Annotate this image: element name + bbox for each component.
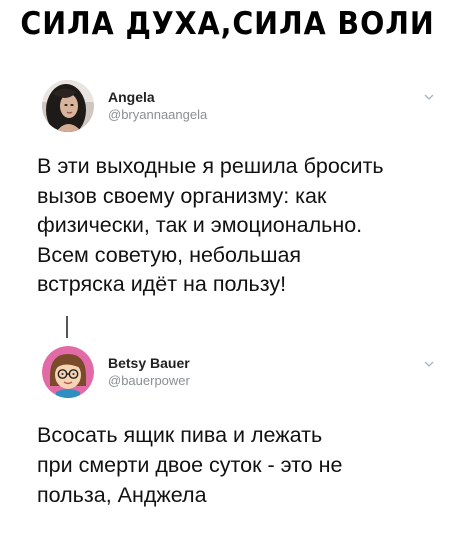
meme-title: СИЛА ДУХА,СИЛА ВОЛИ xyxy=(20,6,435,42)
avatar[interactable] xyxy=(42,80,94,132)
tweet-text: В эти выходные я решила бросить вызов св… xyxy=(37,152,449,300)
thread-connector-line xyxy=(66,316,68,338)
tweet-text-line: вызов своему организму: как xyxy=(37,183,327,208)
display-name[interactable]: Betsy Bauer xyxy=(108,354,190,372)
tweet-header-betsy: Betsy Bauer @bauerpower xyxy=(42,346,190,398)
avatar[interactable] xyxy=(42,346,94,398)
tweet-text-line: В эти выходные я решила бросить xyxy=(37,154,384,178)
tweet-header-angela: Angela @bryannaangela xyxy=(42,80,207,132)
tweet-text-line: Всосать ящик пива и лежать xyxy=(37,423,323,447)
tweet-text-line: Всем советую, небольшая xyxy=(37,242,302,267)
woman-photo-avatar-icon xyxy=(42,80,94,132)
user-handle[interactable]: @bryannaangela xyxy=(108,106,207,124)
tweet-text-line: польза, Анджела xyxy=(37,483,207,507)
chevron-down-icon[interactable] xyxy=(424,92,434,102)
tweet-text-line: встряска идёт на пользу! xyxy=(37,272,287,296)
chevron-down-icon[interactable] xyxy=(424,359,434,369)
display-name[interactable]: Angela xyxy=(108,88,207,106)
tweet-text: Всосать ящик пива и лежать при смерти дв… xyxy=(37,420,449,510)
tweet-text-line: при смерти двое суток - это не xyxy=(37,453,343,477)
tweet-text-line: физически, так и эмоционально. xyxy=(37,213,363,237)
user-handle[interactable]: @bauerpower xyxy=(108,372,190,390)
cartoon-avatar-icon xyxy=(42,346,94,398)
